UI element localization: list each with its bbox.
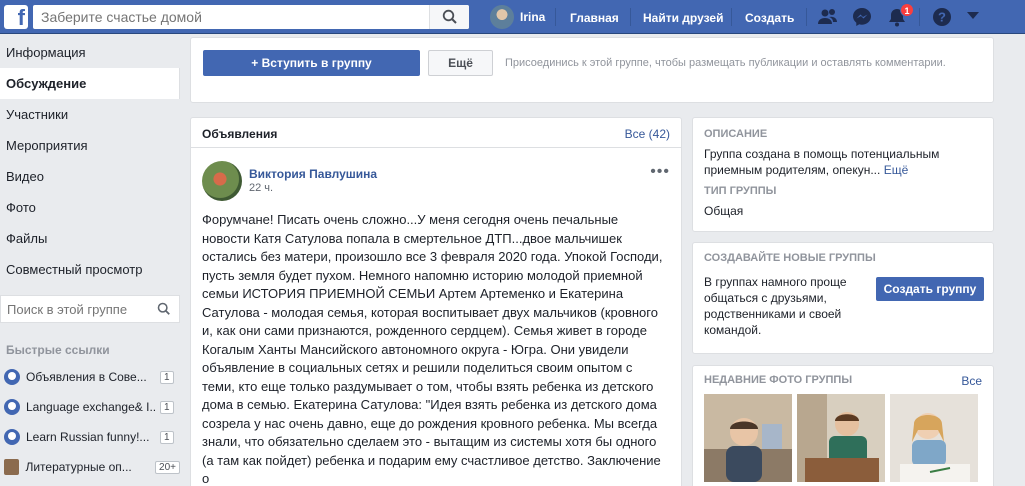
book-icon — [4, 459, 20, 475]
group-about-card: Описание Группа создана в помощь потенци… — [692, 117, 994, 232]
group-left-navigation: Информация Обсуждение Участники Мероприя… — [0, 37, 180, 285]
post-author-name[interactable]: Виктория Павлушина — [249, 167, 377, 181]
post-timestamp[interactable]: 22 ч. — [249, 182, 273, 194]
quick-link-count: 20+ — [155, 460, 180, 474]
post-text: Форумчане! Писать очень сложно...У меня … — [202, 212, 663, 486]
group-photo-thumbnail[interactable] — [890, 394, 978, 482]
group-icon — [4, 399, 20, 415]
sidebar-item-files[interactable]: Файлы — [0, 223, 180, 254]
recent-photos-card: Недавние фото группы Все — [692, 365, 994, 486]
quick-link-label: Литературные оп... — [25, 460, 132, 474]
group-photo-thumbnail[interactable] — [797, 394, 885, 482]
global-search — [33, 5, 469, 29]
quick-link-count: 1 — [160, 430, 174, 444]
create-groups-card: Создавайте новые группы В группах намног… — [692, 242, 994, 354]
announcements-title: Объявления — [202, 127, 278, 141]
more-options-label: Ещё — [448, 56, 473, 70]
quick-link-item[interactable]: Learn Russian funny!... 1 — [0, 427, 180, 447]
announcements-see-all-link[interactable]: Все (42) — [625, 127, 670, 141]
top-navigation-bar: f Irina Главная Найти друзей Создать 1 ? — [0, 0, 1025, 34]
quick-link-label: Language exchange& I... — [26, 400, 156, 414]
facebook-logo-icon[interactable]: f — [4, 5, 28, 30]
group-icon — [4, 429, 20, 445]
search-button[interactable] — [429, 5, 469, 29]
quick-link-label: Объявления в Сове... — [26, 370, 147, 384]
global-search-input[interactable] — [33, 5, 428, 29]
nav-find-friends-link[interactable]: Найти друзей — [643, 11, 723, 25]
post-more-icon[interactable]: ••• — [650, 163, 670, 181]
create-groups-heading: Создавайте новые группы — [704, 252, 876, 264]
create-groups-text: В группах намного проще общаться с друзь… — [704, 275, 847, 337]
nav-divider — [555, 8, 556, 26]
search-icon — [442, 9, 457, 24]
sidebar-item-videos[interactable]: Видео — [0, 161, 180, 192]
quick-link-item[interactable]: Language exchange& I... 1 — [0, 397, 180, 417]
sidebar-item-watch-party[interactable]: Совместный просмотр — [0, 254, 180, 285]
description-heading: Описание — [704, 128, 768, 140]
description-more-link[interactable]: Ещё — [884, 163, 909, 177]
nav-create-link[interactable]: Создать — [745, 11, 794, 25]
profile-link[interactable]: Irina — [490, 5, 545, 29]
description-text: Группа создана в помощь потенциальным пр… — [704, 146, 974, 178]
nav-divider — [806, 8, 807, 26]
group-search — [0, 295, 180, 323]
search-icon[interactable] — [157, 302, 171, 316]
nav-divider — [919, 8, 920, 26]
messenger-icon[interactable] — [851, 6, 873, 28]
post-author-avatar[interactable] — [202, 161, 242, 201]
announcements-header: Объявления Все (42) — [191, 118, 681, 148]
group-type-heading: Тип группы — [704, 185, 777, 197]
nav-home-link[interactable]: Главная — [570, 11, 619, 25]
join-group-card: Присоединись к этой группе, чтобы размещ… — [190, 37, 994, 103]
recent-photos-heading: Недавние фото группы — [704, 374, 853, 386]
recent-photos-see-all-link[interactable]: Все — [961, 374, 982, 388]
quick-link-count: 1 — [160, 370, 174, 384]
group-type-value: Общая — [704, 204, 744, 218]
quick-link-item[interactable]: Объявления в Сове... 1 — [0, 367, 180, 387]
sidebar-item-photos[interactable]: Фото — [0, 192, 180, 223]
svg-text:?: ? — [938, 10, 946, 25]
friend-requests-icon[interactable] — [817, 6, 839, 28]
quick-link-item[interactable]: Литературные оп... 20+ — [0, 457, 180, 477]
sidebar-item-info[interactable]: Информация — [0, 37, 180, 68]
notifications-badge: 1 — [900, 3, 914, 17]
create-group-button[interactable]: Создать группу — [876, 277, 984, 301]
quick-link-label: Learn Russian funny!... — [26, 430, 150, 444]
quick-links-title: Быстрые ссылки — [6, 343, 110, 357]
join-group-button[interactable]: + Вступить в группу — [203, 50, 420, 76]
sidebar-item-discussion[interactable]: Обсуждение — [0, 68, 180, 99]
more-options-button[interactable]: Ещё — [428, 50, 493, 76]
group-search-input[interactable] — [1, 296, 151, 322]
group-icon — [4, 369, 20, 385]
dropdown-arrow-icon[interactable] — [966, 11, 980, 21]
help-icon[interactable]: ? — [931, 6, 953, 28]
nav-divider — [630, 8, 631, 26]
group-photo-thumbnail[interactable] — [704, 394, 792, 482]
quick-link-count: 1 — [160, 400, 174, 414]
announcements-card: Объявления Все (42) Виктория Павлушина 2… — [190, 117, 682, 486]
sidebar-item-members[interactable]: Участники — [0, 99, 180, 130]
user-name: Irina — [520, 10, 546, 24]
user-avatar — [490, 5, 514, 29]
sidebar-item-events[interactable]: Мероприятия — [0, 130, 180, 161]
nav-divider — [731, 8, 732, 26]
